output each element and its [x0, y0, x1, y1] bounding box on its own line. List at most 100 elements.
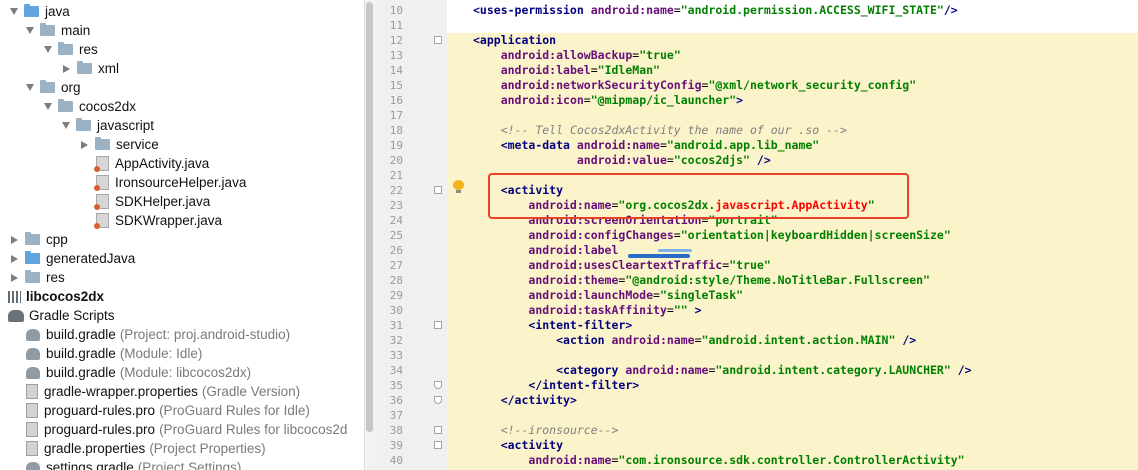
tree-item-note: (Project: proj.android-studio) — [119, 327, 291, 342]
code-line: android:launchMode="singleTask" — [473, 288, 743, 303]
folder-icon — [76, 118, 91, 131]
tree-item-label: proguard-rules.pro — [44, 403, 156, 418]
code-line: android:usesCleartextTraffic="true" — [473, 258, 770, 273]
fold-marker-icon[interactable] — [434, 441, 442, 449]
project-tree: java main res xml org cocos2dx javascript servi… — [0, 0, 364, 470]
tree-item[interactable]: cpp — [10, 230, 68, 249]
tree-item[interactable]: settings.gradle (Project Settings) — [26, 458, 241, 470]
chevron-right-icon[interactable] — [11, 273, 18, 282]
line-number: 29 — [389, 289, 403, 302]
pen-scribble-mark — [628, 254, 690, 258]
code-token: "singleTask" — [659, 288, 744, 302]
fold-marker-icon[interactable] — [434, 321, 442, 329]
lightbulb-icon[interactable] — [452, 180, 465, 194]
code-token: = — [659, 138, 667, 152]
tree-item[interactable]: IronsourceHelper.java — [94, 173, 246, 192]
line-number: 31 — [389, 319, 403, 332]
code-token: = — [653, 288, 660, 302]
tree-item[interactable]: xml — [62, 59, 119, 78]
line-number: 34 — [389, 364, 403, 377]
tree-item-label: Gradle Scripts — [29, 308, 115, 323]
fold-marker-icon[interactable] — [434, 381, 442, 389]
code-line: android:networkSecurityConfig="@xml/netw… — [473, 78, 916, 93]
tree-item[interactable]: java — [10, 2, 70, 21]
chevron-down-icon[interactable] — [26, 84, 34, 91]
line-number: 20 — [389, 154, 403, 167]
tree-item-label: main — [61, 23, 91, 38]
tree-item[interactable]: proguard-rules.pro (ProGuard Rules for Id… — [26, 401, 310, 420]
tree-item[interactable]: proguard-rules.pro (ProGuard Rules for li… — [26, 420, 347, 439]
tree-item[interactable]: res — [10, 268, 65, 287]
code-token: android:taskAffinity — [528, 303, 667, 317]
tree-item[interactable]: AppActivity.java — [94, 154, 209, 173]
tree-item-label: res — [79, 42, 98, 57]
tree-item[interactable]: build.gradle (Project: proj.android-studi… — [26, 325, 290, 344]
library-icon — [8, 290, 21, 303]
tree-item[interactable]: service — [80, 135, 159, 154]
chevron-right-icon[interactable] — [11, 235, 18, 244]
fold-marker-icon[interactable] — [434, 36, 442, 44]
code-line: android:configChanges="orientation|keybo… — [473, 228, 950, 243]
chevron-right-icon[interactable] — [81, 140, 88, 149]
scrollbar-thumb[interactable] — [366, 2, 373, 432]
code-token: > — [736, 93, 744, 107]
chevron-down-icon[interactable] — [62, 122, 70, 129]
gradle-icon — [26, 461, 40, 470]
tree-item-label: proguard-rules.pro — [44, 422, 156, 437]
tree-item-label: settings.gradle — [46, 460, 134, 470]
gradle-icon — [26, 328, 40, 341]
tree-item[interactable]: javascript — [62, 116, 154, 135]
code-line: <application — [473, 33, 556, 48]
tree-item-label: org — [61, 80, 81, 95]
line-number: 33 — [389, 349, 403, 362]
tree-item-label: cpp — [46, 232, 68, 247]
tree-item[interactable]: build.gradle (Module: libcocos2dx) — [26, 363, 251, 382]
tree-item[interactable]: libcocos2dx — [8, 287, 104, 306]
fold-marker-icon[interactable] — [434, 186, 442, 194]
properties-file-icon — [26, 384, 38, 399]
tree-item[interactable]: res — [44, 40, 98, 59]
tree-item[interactable]: generatedJava — [10, 249, 135, 268]
code-token: = — [583, 93, 591, 107]
code-token: <meta-data — [500, 138, 577, 152]
chevron-down-icon[interactable] — [44, 46, 52, 53]
tree-item[interactable]: gradle.properties (Project Properties) — [26, 439, 266, 458]
code-line: android:allowBackup="true" — [473, 48, 681, 63]
tree-item[interactable]: Gradle Scripts — [8, 306, 115, 325]
tree-item[interactable]: build.gradle (Module: Idle) — [26, 344, 202, 363]
tree-item[interactable]: SDKHelper.java — [94, 192, 210, 211]
chevron-right-icon[interactable] — [63, 64, 70, 73]
tree-item[interactable]: cocos2dx — [44, 97, 136, 116]
line-number: 38 — [389, 424, 403, 437]
chevron-down-icon[interactable] — [10, 8, 18, 15]
tree-item[interactable]: SDKWrapper.java — [94, 211, 222, 230]
code-token: = — [666, 153, 674, 167]
chevron-down-icon[interactable] — [26, 27, 34, 34]
code-token: = — [694, 333, 702, 347]
line-number: 36 — [389, 394, 403, 407]
chevron-right-icon[interactable] — [11, 254, 18, 263]
code-token: android:name — [611, 333, 695, 347]
tree-item-note: (Project Settings) — [137, 460, 242, 470]
chevron-down-icon[interactable] — [44, 103, 52, 110]
code-token: "android.intent.category.LAUNCHER" — [715, 363, 951, 377]
tree-item[interactable]: org — [26, 78, 81, 97]
line-number: 17 — [389, 109, 403, 122]
code-token: <!--ironsource--> — [500, 423, 619, 437]
tree-item[interactable]: gradle-wrapper.properties (Gradle Version… — [26, 382, 300, 401]
code-token: = — [673, 3, 681, 17]
tree-item[interactable]: main — [26, 21, 90, 40]
tree-item-label: cocos2dx — [79, 99, 137, 114]
folder-icon — [95, 137, 110, 150]
fold-marker-icon[interactable] — [434, 396, 442, 404]
code-token: = — [590, 63, 598, 77]
code-token: "android.permission.ACCESS_WIFI_STATE" — [680, 3, 944, 17]
fold-marker-icon[interactable] — [434, 426, 442, 434]
